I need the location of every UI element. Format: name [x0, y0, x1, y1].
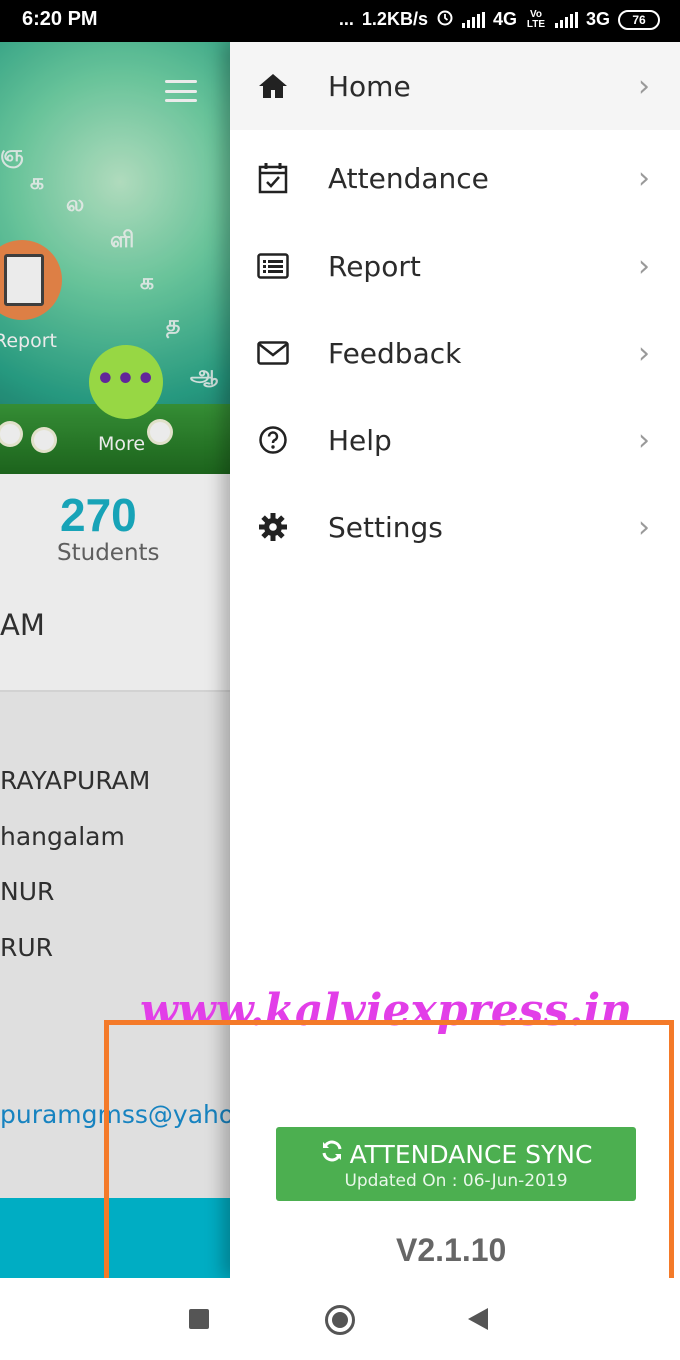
attendance-sync-button[interactable]: ATTENDANCE SYNC Updated On : 06-Jun-2019	[276, 1127, 636, 1201]
battery-icon: 76	[618, 9, 660, 30]
question-circle-icon	[256, 423, 290, 457]
signal-icon	[461, 11, 485, 28]
sync-button-label: ATTENDANCE SYNC	[349, 1139, 593, 1169]
status-indicators: ... 1.2KB/s 4G Vo LTE 3G 76	[339, 8, 660, 31]
nav-item-help[interactable]: Help ›	[230, 396, 680, 484]
nav-item-label: Report	[328, 249, 421, 283]
sync-button-content: ATTENDANCE SYNC	[276, 1139, 636, 1169]
status-bar: 6:20 PM ... 1.2KB/s 4G Vo LTE 3G 76	[0, 0, 680, 42]
gear-icon	[256, 510, 290, 544]
calendar-check-icon	[256, 161, 290, 195]
nav-item-label: Feedback	[328, 336, 462, 370]
app-version: V2.1.10	[396, 1232, 507, 1268]
nav-item-label: Settings	[328, 510, 443, 544]
nav-item-settings[interactable]: Settings ›	[230, 483, 680, 571]
sync-updated-date: Updated On : 06-Jun-2019	[344, 1171, 568, 1191]
list-icon	[256, 249, 290, 283]
alarm-icon	[436, 8, 454, 31]
nav-item-label: Help	[328, 423, 392, 457]
chevron-right-icon: ›	[638, 160, 650, 196]
nav-item-label: Attendance	[328, 161, 489, 195]
network-type-2: 3G	[585, 9, 610, 29]
network-type-1: 4G	[492, 9, 517, 29]
nav-item-feedback[interactable]: Feedback ›	[230, 309, 680, 397]
chevron-right-icon: ›	[638, 509, 650, 545]
refresh-icon	[320, 1139, 344, 1169]
back-button[interactable]	[468, 1308, 488, 1330]
status-time: 6:20 PM	[22, 8, 98, 30]
chevron-right-icon: ›	[638, 248, 650, 284]
nav-item-label: Home	[328, 69, 411, 103]
volte-badge: Vo LTE	[526, 8, 546, 30]
recents-button[interactable]	[189, 1309, 209, 1329]
nav-item-attendance[interactable]: Attendance ›	[230, 134, 680, 222]
system-nav-bar	[0, 1278, 680, 1360]
nav-item-home[interactable]: Home ›	[230, 42, 680, 130]
home-button[interactable]	[325, 1305, 355, 1335]
nav-item-report[interactable]: Report ›	[230, 222, 680, 310]
signal-icon-2	[554, 11, 578, 28]
envelope-icon	[256, 336, 290, 370]
chevron-right-icon: ›	[638, 422, 650, 458]
home-icon	[256, 69, 290, 103]
notification-dots: ...	[338, 9, 354, 29]
network-speed: 1.2KB/s	[361, 9, 428, 29]
chevron-right-icon: ›	[638, 335, 650, 371]
chevron-right-icon: ›	[638, 68, 650, 104]
